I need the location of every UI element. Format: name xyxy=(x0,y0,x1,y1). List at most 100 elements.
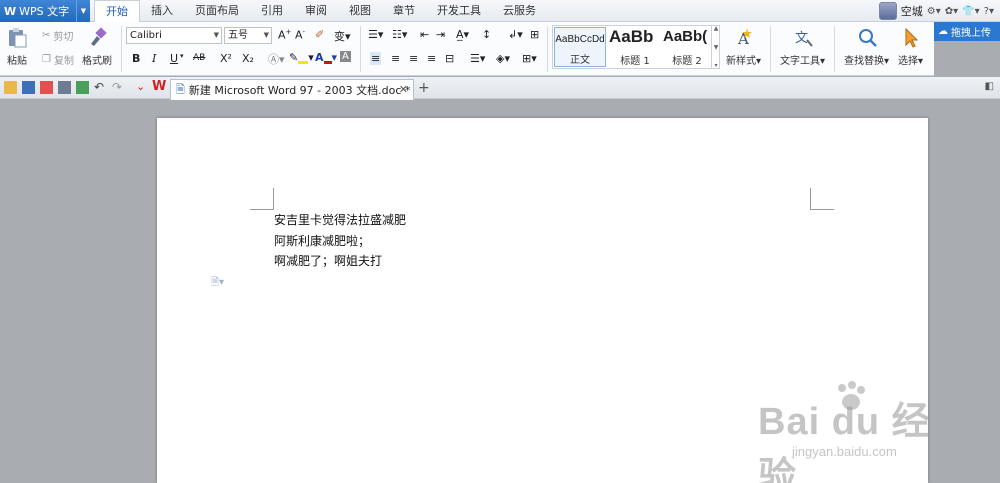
avatar[interactable] xyxy=(878,2,897,20)
select-button[interactable]: 选择▾ xyxy=(898,26,923,67)
paste-button[interactable]: 粘贴 xyxy=(6,26,28,67)
baidu-watermark: Bai du 经验 jingyan.baidu.com xyxy=(742,372,952,483)
italic-button[interactable]: I xyxy=(152,52,156,65)
settings-icon[interactable]: ⚙▾ xyxy=(927,6,941,17)
tab-cloud[interactable]: 云服务 xyxy=(492,0,547,22)
tab-view[interactable]: 视图 xyxy=(338,0,382,22)
clear-format-icon[interactable]: ✐ xyxy=(315,28,324,41)
text-effect-icon[interactable]: Ⓐ▾ xyxy=(268,51,285,67)
bold-button[interactable]: B xyxy=(132,52,140,65)
redo-icon[interactable]: ↷ xyxy=(112,80,122,94)
numbered-list-icon[interactable]: ☷▾ xyxy=(392,28,407,41)
expand-icon[interactable]: ▾ xyxy=(714,62,717,69)
tab-references[interactable]: 引用 xyxy=(250,0,294,22)
strikethrough-button[interactable]: AB xyxy=(193,53,205,63)
scissors-icon: ✂ xyxy=(42,30,51,41)
phonetic-icon[interactable]: 变▾ xyxy=(334,28,351,44)
grow-font-icon[interactable]: A+ xyxy=(278,28,291,42)
superscript-button[interactable]: X² xyxy=(220,52,232,65)
document-paragraph[interactable]: 阿斯利康减肥啦； xyxy=(274,232,370,249)
chevron-down-icon: ▼ xyxy=(263,31,269,39)
styles-scroll[interactable]: ▲ ▼ ▾ xyxy=(711,25,720,69)
tab-developer[interactable]: 开发工具 xyxy=(426,0,492,22)
find-replace-label: 查找替换▾ xyxy=(844,56,890,67)
format-painter-button[interactable]: 格式刷 xyxy=(82,26,112,67)
document-paragraph[interactable]: 安吉里卡觉得法拉盛减肥 xyxy=(274,211,406,228)
find-replace-button[interactable]: 查找替换▾ xyxy=(844,26,889,67)
decrease-indent-icon[interactable]: ⇤ xyxy=(420,28,429,41)
highlight-icon[interactable]: ✎ ▾ xyxy=(289,51,314,64)
char-shading-icon[interactable]: A xyxy=(340,51,351,62)
new-style-label: 新样式▾ xyxy=(726,56,762,67)
app-menu-button[interactable]: W WPS 文字 ▼ xyxy=(0,0,90,22)
export-pdf-icon[interactable] xyxy=(40,81,53,94)
bullet-list-icon[interactable]: ☰▾ xyxy=(368,28,383,41)
font-size-select[interactable]: 五号 ▼ xyxy=(224,27,272,44)
user-area: 空城 ⚙▾ ✿▾ 👕▾ ?▾ xyxy=(878,0,1000,22)
show-marks-icon[interactable]: ↲▾ xyxy=(508,28,523,41)
chinese-layout-icon[interactable]: A̲▾ xyxy=(456,28,469,41)
borders-icon[interactable]: ⊞▾ xyxy=(522,52,537,65)
tab-page-layout[interactable]: 页面布局 xyxy=(184,0,250,22)
underline-button[interactable]: U xyxy=(170,52,178,65)
tab-review[interactable]: 审阅 xyxy=(294,0,338,22)
line-spacing-icon[interactable]: ☰▾ xyxy=(470,52,485,65)
divider xyxy=(121,26,122,72)
align-right-icon[interactable]: ≡ xyxy=(409,52,418,65)
shirt-icon[interactable]: 👕▾ xyxy=(962,6,979,17)
wps-logo-icon: W xyxy=(4,4,17,18)
copy-icon: ❐ xyxy=(42,54,51,65)
brush-icon xyxy=(91,27,107,46)
chevron-down-icon[interactable]: ▾ xyxy=(180,52,184,60)
chevron-down-icon[interactable]: ▼ xyxy=(76,0,90,22)
print-preview-icon[interactable] xyxy=(76,81,89,94)
undo-icon[interactable]: ↶ xyxy=(94,80,104,94)
open-folder-icon[interactable] xyxy=(4,81,17,94)
skin-icon[interactable]: ✿▾ xyxy=(945,6,958,17)
style-heading-2[interactable]: AaBb( 标题 2 xyxy=(663,27,711,67)
close-icon[interactable]: ✕ xyxy=(399,83,408,96)
style-normal[interactable]: AaBbCcDd 正文 xyxy=(554,27,606,67)
watermark-brand: Bai du 经验 xyxy=(758,401,931,483)
copy-label: 复制 xyxy=(53,56,74,67)
save-icon[interactable] xyxy=(22,81,35,94)
cloud-upload-button[interactable]: ☁ 拖拽上传 xyxy=(934,22,1000,41)
help-icon[interactable]: ?▾ xyxy=(984,6,994,17)
svg-text:文: 文 xyxy=(795,31,808,46)
document-tab[interactable]: 🗎 新建 Microsoft Word 97 - 2003 文档.doc * ✕ xyxy=(170,79,414,100)
tab-sections[interactable]: 章节 xyxy=(382,0,426,22)
chevron-down-icon[interactable]: ▼ xyxy=(714,44,719,51)
align-center-icon[interactable]: ≡ xyxy=(391,52,400,65)
paste-label: 粘贴 xyxy=(7,56,27,67)
style-heading-1[interactable]: AaBb 标题 1 xyxy=(608,27,662,67)
user-name[interactable]: 空城 xyxy=(901,3,923,19)
shrink-font-icon[interactable]: A- xyxy=(295,28,305,42)
new-tab-icon[interactable]: + xyxy=(418,80,430,96)
cut-label: 剪切 xyxy=(53,32,74,43)
new-style-button[interactable]: A 新样式▾ xyxy=(726,26,761,67)
font-name-select[interactable]: Calibri ▼ xyxy=(126,27,222,44)
align-left-icon[interactable]: ≡ xyxy=(370,52,382,65)
tab-insert[interactable]: 插入 xyxy=(140,0,184,22)
font-color-icon[interactable]: A ▾ xyxy=(315,51,337,64)
ribbon-home: 粘贴 ✂ 剪切 ❐ 复制 格式刷 Calibri ▼ 五号 ▼ A+ A- ✐ 变▾… xyxy=(0,22,934,76)
chevron-up-icon[interactable]: ▲ xyxy=(714,25,719,32)
customize-icon[interactable]: ⌄ xyxy=(136,80,145,93)
increase-indent-icon[interactable]: ⇥ xyxy=(436,28,445,41)
table-icon[interactable]: ⊞ xyxy=(530,28,539,41)
tab-menu-icon[interactable]: ◧ xyxy=(985,81,994,92)
paragraph-handle-icon[interactable]: 🗎▾ xyxy=(211,275,224,292)
copy-button[interactable]: ❐ 复制 xyxy=(42,52,74,67)
shading-icon[interactable]: ◈▾ xyxy=(496,52,510,65)
cut-button[interactable]: ✂ 剪切 xyxy=(42,28,73,43)
print-icon[interactable] xyxy=(58,81,71,94)
subscript-button[interactable]: X₂ xyxy=(242,52,254,65)
document-paragraph[interactable]: 啊减肥了；啊姐夫打 xyxy=(274,252,382,269)
sort-icon[interactable]: ↕ xyxy=(482,28,491,41)
wps-doc-icon[interactable]: W xyxy=(152,79,166,94)
justify-icon[interactable]: ≡ xyxy=(427,52,436,65)
distribute-icon[interactable]: ⊟ xyxy=(445,52,454,65)
tab-home[interactable]: 开始 xyxy=(94,0,140,23)
text-tools-button[interactable]: 文 文字工具▾ xyxy=(780,26,825,67)
divider xyxy=(770,26,771,72)
